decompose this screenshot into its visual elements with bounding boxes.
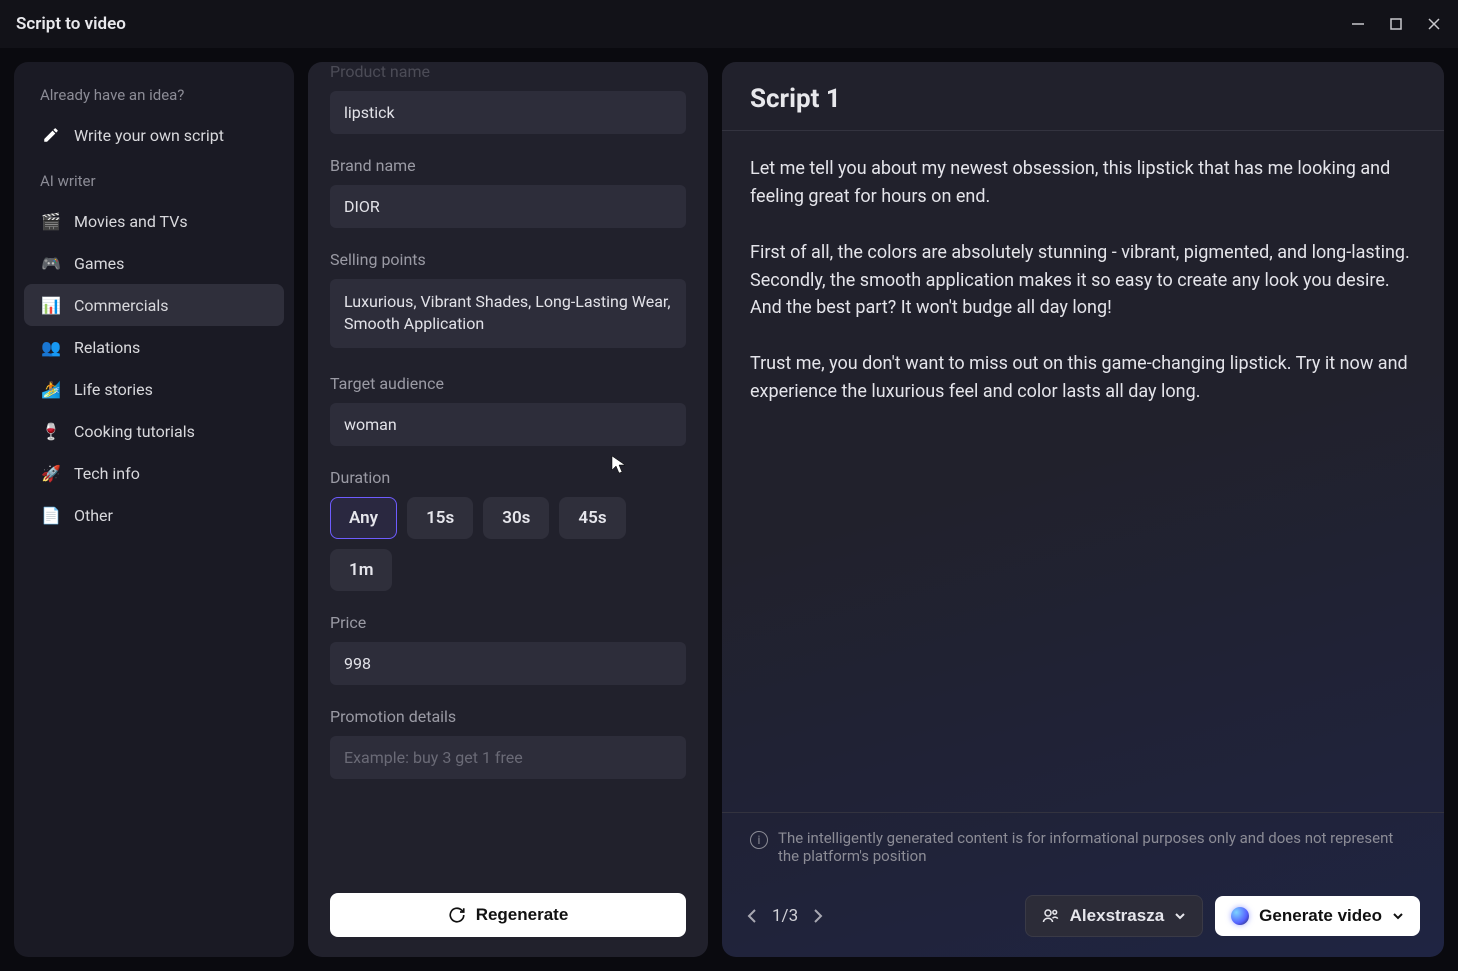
- sidebar-item-label: Movies and TVs: [74, 212, 188, 231]
- tech-info-icon: 🚀: [40, 462, 62, 484]
- duration-chip-1m[interactable]: 1m: [330, 549, 392, 591]
- maximize-icon[interactable]: [1388, 16, 1404, 32]
- regenerate-label: Regenerate: [476, 905, 569, 925]
- field-target-audience: Target audience: [330, 374, 686, 446]
- promotion-input[interactable]: [330, 736, 686, 779]
- games-icon: 🎮: [40, 252, 62, 274]
- info-icon: i: [750, 831, 768, 849]
- sidebar: Already have an idea? Write your own scr…: [14, 62, 294, 957]
- cooking-tutorials-icon: 🍷: [40, 420, 62, 442]
- field-selling-points: Selling points: [330, 250, 686, 352]
- window-controls: [1350, 16, 1442, 32]
- sidebar-item-relations[interactable]: 👥 Relations: [24, 326, 284, 368]
- field-brand-name: Brand name: [330, 156, 686, 228]
- price-label: Price: [330, 613, 686, 632]
- duration-chip-30s[interactable]: 30s: [483, 497, 549, 539]
- refresh-icon: [448, 906, 466, 924]
- pencil-icon: [40, 124, 62, 146]
- generate-label: Generate video: [1259, 906, 1382, 926]
- write-own-label: Write your own script: [74, 126, 224, 145]
- script-body: Let me tell you about my newest obsessio…: [722, 131, 1444, 812]
- regenerate-button[interactable]: Regenerate: [330, 893, 686, 937]
- window-title: Script to video: [16, 14, 126, 34]
- minimize-icon[interactable]: [1350, 16, 1366, 32]
- duration-label: Duration: [330, 468, 686, 487]
- sidebar-item-label: Commercials: [74, 296, 168, 315]
- promotion-label: Promotion details: [330, 707, 686, 726]
- page-indicator: 1/3: [772, 906, 798, 926]
- pager: 1/3: [746, 906, 824, 926]
- sidebar-item-life-stories[interactable]: 🏄 Life stories: [24, 368, 284, 410]
- brand-name-input[interactable]: [330, 185, 686, 228]
- selling-points-input[interactable]: [330, 279, 686, 348]
- selling-points-label: Selling points: [330, 250, 686, 269]
- life-stories-icon: 🏄: [40, 378, 62, 400]
- other-icon: 📄: [40, 504, 62, 526]
- sidebar-item-label: Tech info: [74, 464, 140, 483]
- duration-chip-15s[interactable]: 15s: [407, 497, 473, 539]
- page-next-button[interactable]: [812, 907, 824, 925]
- write-own-script[interactable]: Write your own script: [24, 114, 284, 156]
- script-footer: 1/3 Alexstrasza Generate video: [722, 881, 1444, 957]
- brand-name-label: Brand name: [330, 156, 686, 175]
- product-name-label: Product name: [330, 62, 686, 81]
- user-select-button[interactable]: Alexstrasza: [1025, 895, 1204, 937]
- script-panel: Script 1 Let me tell you about my newest…: [722, 62, 1444, 957]
- sidebar-item-label: Life stories: [74, 380, 153, 399]
- commercials-icon: 📊: [40, 294, 62, 316]
- sidebar-item-label: Cooking tutorials: [74, 422, 195, 441]
- sidebar-item-label: Games: [74, 254, 124, 273]
- page-prev-button[interactable]: [746, 907, 758, 925]
- relations-icon: 👥: [40, 336, 62, 358]
- titlebar: Script to video: [0, 0, 1458, 48]
- user-icon: [1042, 907, 1060, 925]
- field-price: Price: [330, 613, 686, 685]
- movies-and-tvs-icon: 🎬: [40, 210, 62, 232]
- disclaimer-text: The intelligently generated content is f…: [778, 829, 1416, 865]
- sidebar-item-games[interactable]: 🎮 Games: [24, 242, 284, 284]
- script-title: Script 1: [750, 84, 1416, 114]
- sidebar-item-commercials[interactable]: 📊 Commercials: [24, 284, 284, 326]
- sidebar-item-movies-and-tvs[interactable]: 🎬 Movies and TVs: [24, 200, 284, 242]
- form-panel: Product name Brand name Selling points T…: [308, 62, 708, 957]
- idea-section-label: Already have an idea?: [24, 80, 284, 114]
- sidebar-item-tech-info[interactable]: 🚀 Tech info: [24, 452, 284, 494]
- generate-video-button[interactable]: Generate video: [1215, 896, 1420, 936]
- duration-chip-any[interactable]: Any: [330, 497, 397, 539]
- field-promotion: Promotion details: [330, 707, 686, 779]
- duration-chip-45s[interactable]: 45s: [559, 497, 625, 539]
- form-scroll[interactable]: Product name Brand name Selling points T…: [308, 62, 708, 877]
- target-audience-label: Target audience: [330, 374, 686, 393]
- field-duration: Duration Any15s30s45s 1m: [330, 468, 686, 591]
- target-audience-input[interactable]: [330, 403, 686, 446]
- close-icon[interactable]: [1426, 16, 1442, 32]
- duration-options: Any15s30s45s 1m: [330, 497, 686, 591]
- ai-writer-section-label: AI writer: [24, 166, 284, 200]
- sidebar-item-cooking-tutorials[interactable]: 🍷 Cooking tutorials: [24, 410, 284, 452]
- sidebar-item-other[interactable]: 📄 Other: [24, 494, 284, 536]
- sidebar-item-label: Relations: [74, 338, 140, 357]
- script-disclaimer: i The intelligently generated content is…: [722, 812, 1444, 881]
- product-name-input[interactable]: [330, 91, 686, 134]
- user-label: Alexstrasza: [1070, 906, 1165, 926]
- field-product-name: Product name: [330, 62, 686, 134]
- sidebar-item-label: Other: [74, 506, 113, 525]
- form-footer: Regenerate: [308, 877, 708, 957]
- chevron-down-icon: [1174, 910, 1186, 922]
- orb-icon: [1231, 907, 1249, 925]
- script-header: Script 1: [722, 62, 1444, 131]
- chevron-down-icon: [1392, 910, 1404, 922]
- mouse-cursor-icon: [611, 455, 627, 475]
- workspace: Already have an idea? Write your own scr…: [0, 48, 1458, 971]
- price-input[interactable]: [330, 642, 686, 685]
